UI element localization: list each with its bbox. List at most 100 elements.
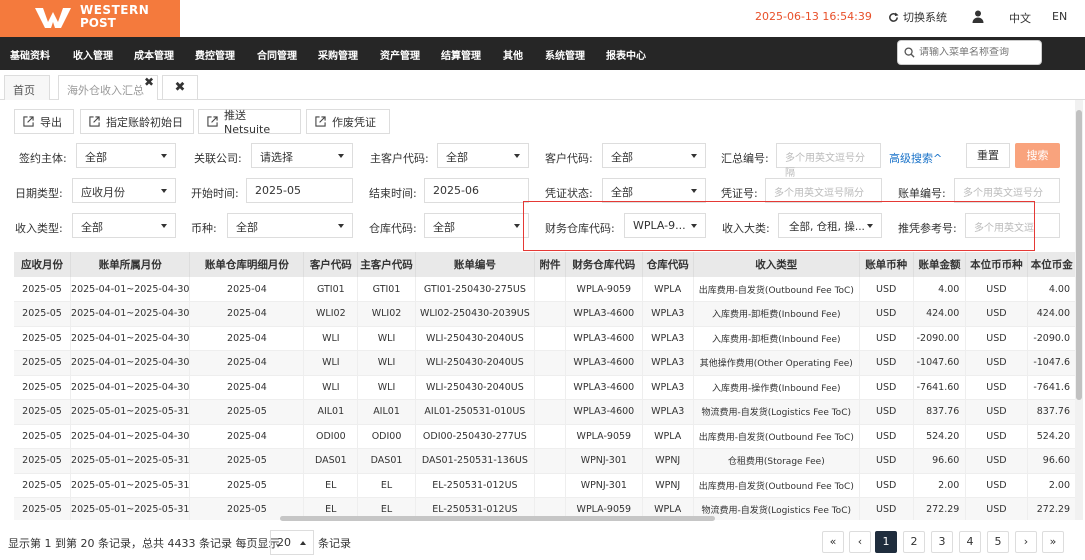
col-header[interactable]: 收入类型: [693, 252, 860, 277]
nav-item-settlement[interactable]: 结算管理: [441, 47, 481, 62]
lang-zh-button[interactable]: 中文: [1009, 10, 1031, 26]
nav-item-income[interactable]: 收入管理: [73, 47, 113, 62]
page-button-3[interactable]: 3: [931, 531, 953, 553]
table-cell: [534, 350, 566, 376]
col-header[interactable]: 本位币币种: [965, 252, 1028, 277]
tab-home[interactable]: 首页: [4, 75, 50, 100]
table-cell: 其他操作费用(Other Operating Fee): [693, 350, 860, 376]
close-all-tabs-icon[interactable]: ✖: [162, 75, 198, 100]
col-header[interactable]: 账单仓库明细月份: [189, 252, 305, 277]
table-row[interactable]: 2025-05 2025-04-01~2025-04-30 2025-04 WLI WL…: [14, 326, 1077, 351]
customer-code-select[interactable]: 全部: [602, 143, 706, 168]
table-row[interactable]: 2025-05 2025-04-01~2025-04-30 2025-04 GTI01…: [14, 277, 1077, 302]
warehouse-code-select[interactable]: 全部: [424, 213, 529, 238]
main-customer-code-value: 全部: [446, 151, 468, 164]
voucher-status-select[interactable]: 全部: [602, 178, 706, 203]
col-header[interactable]: 主客户代码: [357, 252, 416, 277]
col-header[interactable]: 财务仓库代码: [565, 252, 643, 277]
income-type-label: 收入类型:: [15, 222, 63, 235]
nav-item-expense[interactable]: 费控管理: [195, 47, 235, 62]
table-cell: [534, 277, 566, 302]
page-size-select[interactable]: 20: [270, 530, 314, 555]
push-netsuite-button[interactable]: 推送Netsuite: [198, 109, 301, 136]
set-initial-date-button[interactable]: 指定账龄初始日: [80, 109, 194, 134]
advanced-search-link[interactable]: 高级搜索^: [889, 150, 942, 166]
table-cell: WLI: [303, 326, 359, 351]
table-cell: 2025-05: [14, 497, 72, 520]
prev-page-button[interactable]: ‹: [849, 531, 871, 553]
table-cell: 物流费用-自发货(Logistics Fee ToC): [693, 497, 860, 520]
col-header[interactable]: 仓库代码: [642, 252, 694, 277]
set-initial-date-label: 指定账龄初始日: [106, 115, 183, 129]
table-row[interactable]: 2025-05 2025-05-01~2025-05-31 2025-05 AIL01…: [14, 399, 1077, 425]
chevron-down-icon: [514, 154, 520, 158]
table-cell: USD: [859, 301, 914, 327]
income-type-select[interactable]: 全部: [72, 213, 176, 238]
voucher-no-input[interactable]: 多个用英文逗号隔分: [765, 178, 882, 203]
col-header[interactable]: 账单所属月份: [70, 252, 191, 277]
export-button[interactable]: 导出: [14, 109, 74, 134]
table-row[interactable]: 2025-05 2025-04-01~2025-04-30 2025-04 WLI02…: [14, 301, 1077, 327]
table-row[interactable]: 2025-05 2025-05-01~2025-05-31 2025-05 DAS01…: [14, 448, 1077, 474]
brand-logo[interactable]: WESTERN POST: [0, 0, 180, 37]
bill-no-input[interactable]: 多个用英文逗号分: [954, 178, 1060, 203]
table-cell: WLI02: [303, 301, 359, 327]
table-cell: USD: [859, 399, 914, 425]
col-header[interactable]: 账单金额: [913, 252, 967, 277]
date-type-select[interactable]: 应收月份: [72, 178, 176, 203]
nav-item-system[interactable]: 系统管理: [545, 47, 585, 62]
sign-entity-select[interactable]: 全部: [76, 143, 176, 168]
table-row[interactable]: 2025-05 2025-04-01~2025-04-30 2025-04 WLI WL…: [14, 350, 1077, 376]
col-header[interactable]: 附件: [534, 252, 566, 277]
last-page-button[interactable]: »: [1042, 531, 1064, 553]
start-time-input[interactable]: 2025-05: [246, 178, 353, 203]
end-time-input[interactable]: 2025-06: [424, 178, 529, 203]
switch-system-button[interactable]: 切换系统: [888, 9, 947, 25]
table-cell: [534, 301, 566, 327]
table-cell: 2025-04: [189, 424, 305, 449]
vertical-scrollbar[interactable]: [1076, 110, 1082, 400]
tab-overseas-income[interactable]: 海外仓收入汇总: [58, 75, 158, 100]
nav-item-other[interactable]: 其他: [503, 47, 523, 62]
page-button-1[interactable]: 1: [875, 531, 897, 553]
table-cell: 2025-05: [14, 350, 72, 376]
user-icon[interactable]: [972, 10, 984, 23]
nav-item-contract[interactable]: 合同管理: [257, 47, 297, 62]
menu-search-input[interactable]: [919, 47, 1037, 58]
horizontal-scrollbar[interactable]: [280, 516, 715, 521]
page-button-2[interactable]: 2: [903, 531, 925, 553]
lang-en-button[interactable]: EN: [1052, 10, 1067, 23]
related-company-select[interactable]: 请选择: [251, 143, 353, 168]
table-cell: USD: [859, 424, 914, 449]
start-time-label: 开始时间:: [191, 187, 239, 200]
nav-item-asset[interactable]: 资产管理: [380, 47, 420, 62]
col-header[interactable]: 客户代码: [303, 252, 359, 277]
col-header[interactable]: 应收月份: [14, 252, 72, 277]
tab-close-icon[interactable]: ✖: [144, 75, 154, 89]
nav-item-basic-data[interactable]: 基础资料: [10, 47, 50, 62]
table-cell: -1047.6: [1027, 350, 1077, 376]
nav-item-purchase[interactable]: 采购管理: [318, 47, 358, 62]
main-customer-code-select[interactable]: 全部: [437, 143, 529, 168]
search-button[interactable]: 搜索: [1015, 143, 1060, 168]
nav-item-reports[interactable]: 报表中心: [606, 47, 646, 62]
nav-item-cost[interactable]: 成本管理: [134, 47, 174, 62]
table-cell: ODI00: [303, 424, 359, 449]
table-cell: USD: [965, 326, 1028, 351]
next-page-button[interactable]: ›: [1015, 531, 1037, 553]
void-voucher-button[interactable]: 作废凭证: [306, 109, 390, 134]
currency-select[interactable]: 全部: [227, 213, 353, 238]
table-row[interactable]: 2025-05 2025-05-01~2025-05-31 2025-05 EL EL E…: [14, 473, 1077, 498]
col-header[interactable]: 账单币种: [859, 252, 914, 277]
table-cell: USD: [859, 375, 914, 400]
reset-button[interactable]: 重置: [966, 143, 1010, 168]
table-row[interactable]: 2025-05 2025-04-01~2025-04-30 2025-04 WLI WL…: [14, 375, 1077, 400]
table-cell: [534, 326, 566, 351]
first-page-button[interactable]: «: [822, 531, 844, 553]
table-row[interactable]: 2025-05 2025-04-01~2025-04-30 2025-04 ODI00…: [14, 424, 1077, 449]
summary-no-input[interactable]: 多个用英文逗号分隔: [776, 143, 881, 179]
col-header[interactable]: 本位币金: [1027, 252, 1077, 277]
page-button-5[interactable]: 5: [987, 531, 1009, 553]
col-header[interactable]: 账单编号: [415, 252, 535, 277]
page-button-4[interactable]: 4: [959, 531, 981, 553]
